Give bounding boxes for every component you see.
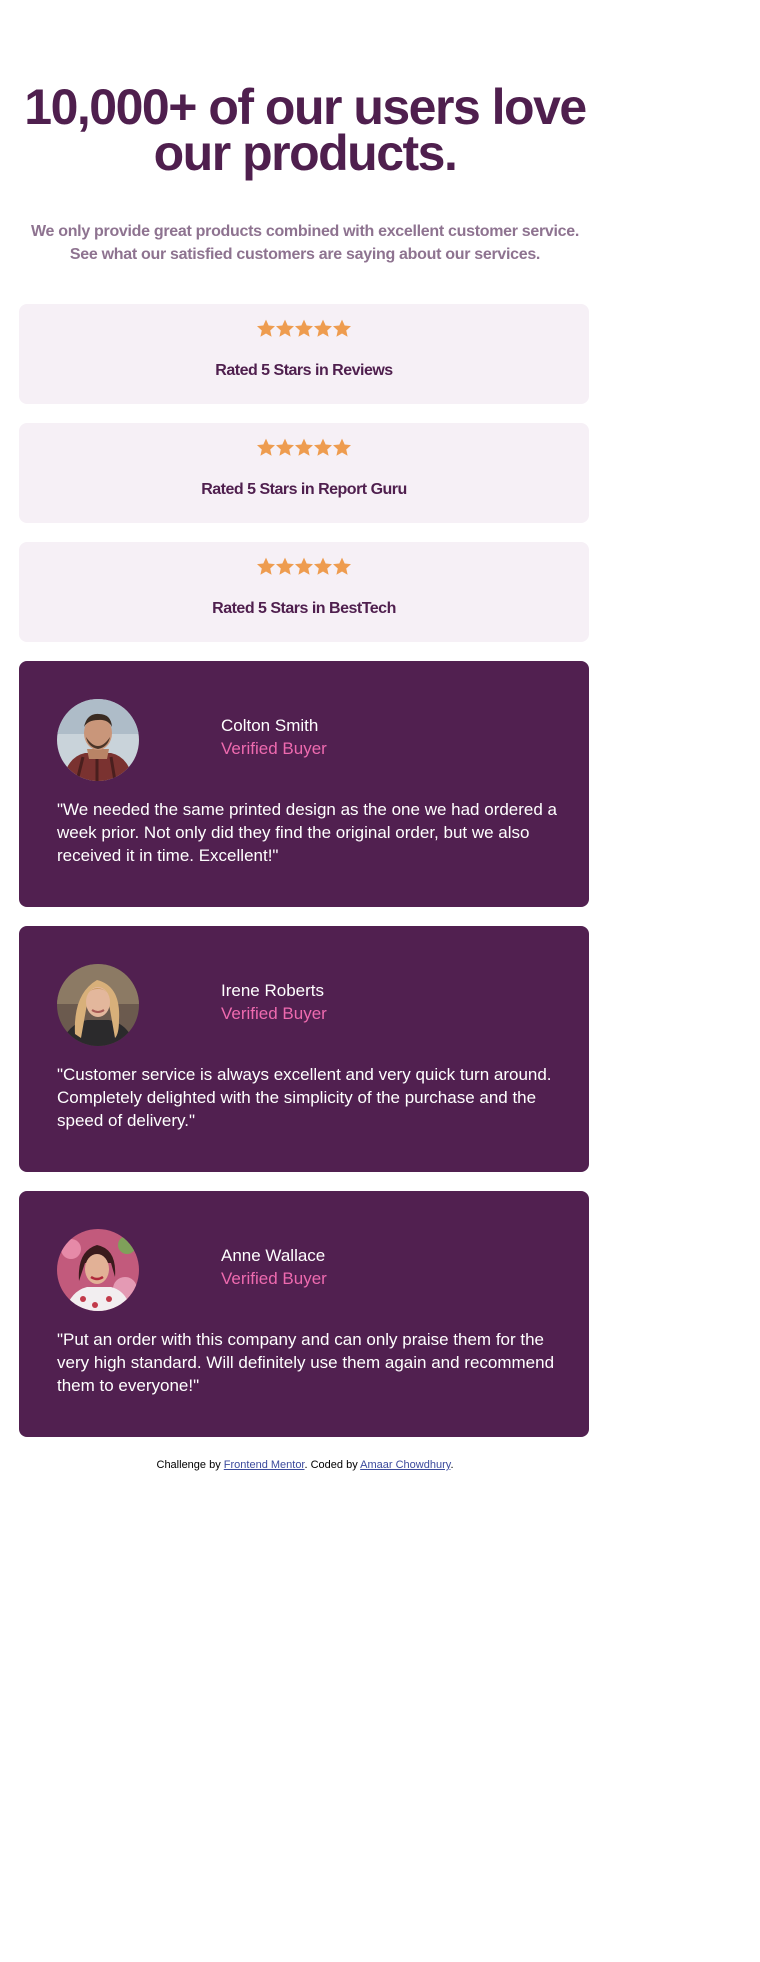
testimonial-quote: "Customer service is always excellent an…	[57, 1065, 552, 1130]
rating-card: Rated 5 Stars in BestTech	[19, 542, 589, 642]
reviewer-badge: Verified Buyer	[221, 1004, 327, 1023]
attribution-suffix: .	[450, 1459, 454, 1471]
avatar-irene-image	[57, 964, 139, 1046]
star-rating	[19, 437, 589, 463]
page-title: 10,000+ of our users love our products.	[24, 79, 587, 181]
star-icon	[331, 318, 353, 340]
testimonial-quote: "Put an order with this company and can …	[57, 1330, 555, 1395]
rating-card: Rated 5 Stars in Report Guru	[19, 423, 589, 523]
rating-label: Rated 5 Stars in BestTech	[212, 600, 396, 617]
avatar-anne-image	[57, 1229, 139, 1311]
testimonial-quote: "We needed the same printed design as th…	[57, 800, 558, 865]
star-rating	[19, 318, 589, 344]
rating-card: Rated 5 Stars in Reviews	[19, 304, 589, 404]
star-icon	[331, 556, 353, 578]
frontend-mentor-link[interactable]: Frontend Mentor	[224, 1459, 305, 1471]
testimonial-card: Anne Wallace Verified Buyer "Put an orde…	[19, 1191, 589, 1437]
reviewer-name: Anne Wallace	[221, 1246, 326, 1265]
star-icon	[331, 437, 353, 459]
avatar	[57, 964, 139, 1046]
attribution-middle: . Coded by	[304, 1459, 361, 1471]
author-link[interactable]: Amaar Chowdhury	[360, 1459, 450, 1471]
reviewer-badge: Verified Buyer	[221, 1269, 327, 1288]
rating-label: Rated 5 Stars in Report Guru	[201, 481, 407, 498]
attribution: Challenge by Frontend Mentor. Coded by A…	[0, 1459, 610, 1471]
intro-text: We only provide great products combined …	[30, 223, 580, 263]
rating-label: Rated 5 Stars in Reviews	[215, 362, 393, 379]
reviewer-name: Irene Roberts	[221, 981, 324, 1000]
reviewer-name: Colton Smith	[221, 716, 319, 735]
reviewer-badge: Verified Buyer	[221, 739, 327, 758]
avatar-colton-image	[57, 699, 139, 781]
testimonial-card: Colton Smith Verified Buyer "We needed t…	[19, 661, 589, 907]
attribution-prefix: Challenge by	[156, 1459, 224, 1471]
avatar	[57, 699, 139, 781]
star-rating	[19, 556, 589, 582]
avatar	[57, 1229, 139, 1311]
testimonial-card: Irene Roberts Verified Buyer "Customer s…	[19, 926, 589, 1172]
